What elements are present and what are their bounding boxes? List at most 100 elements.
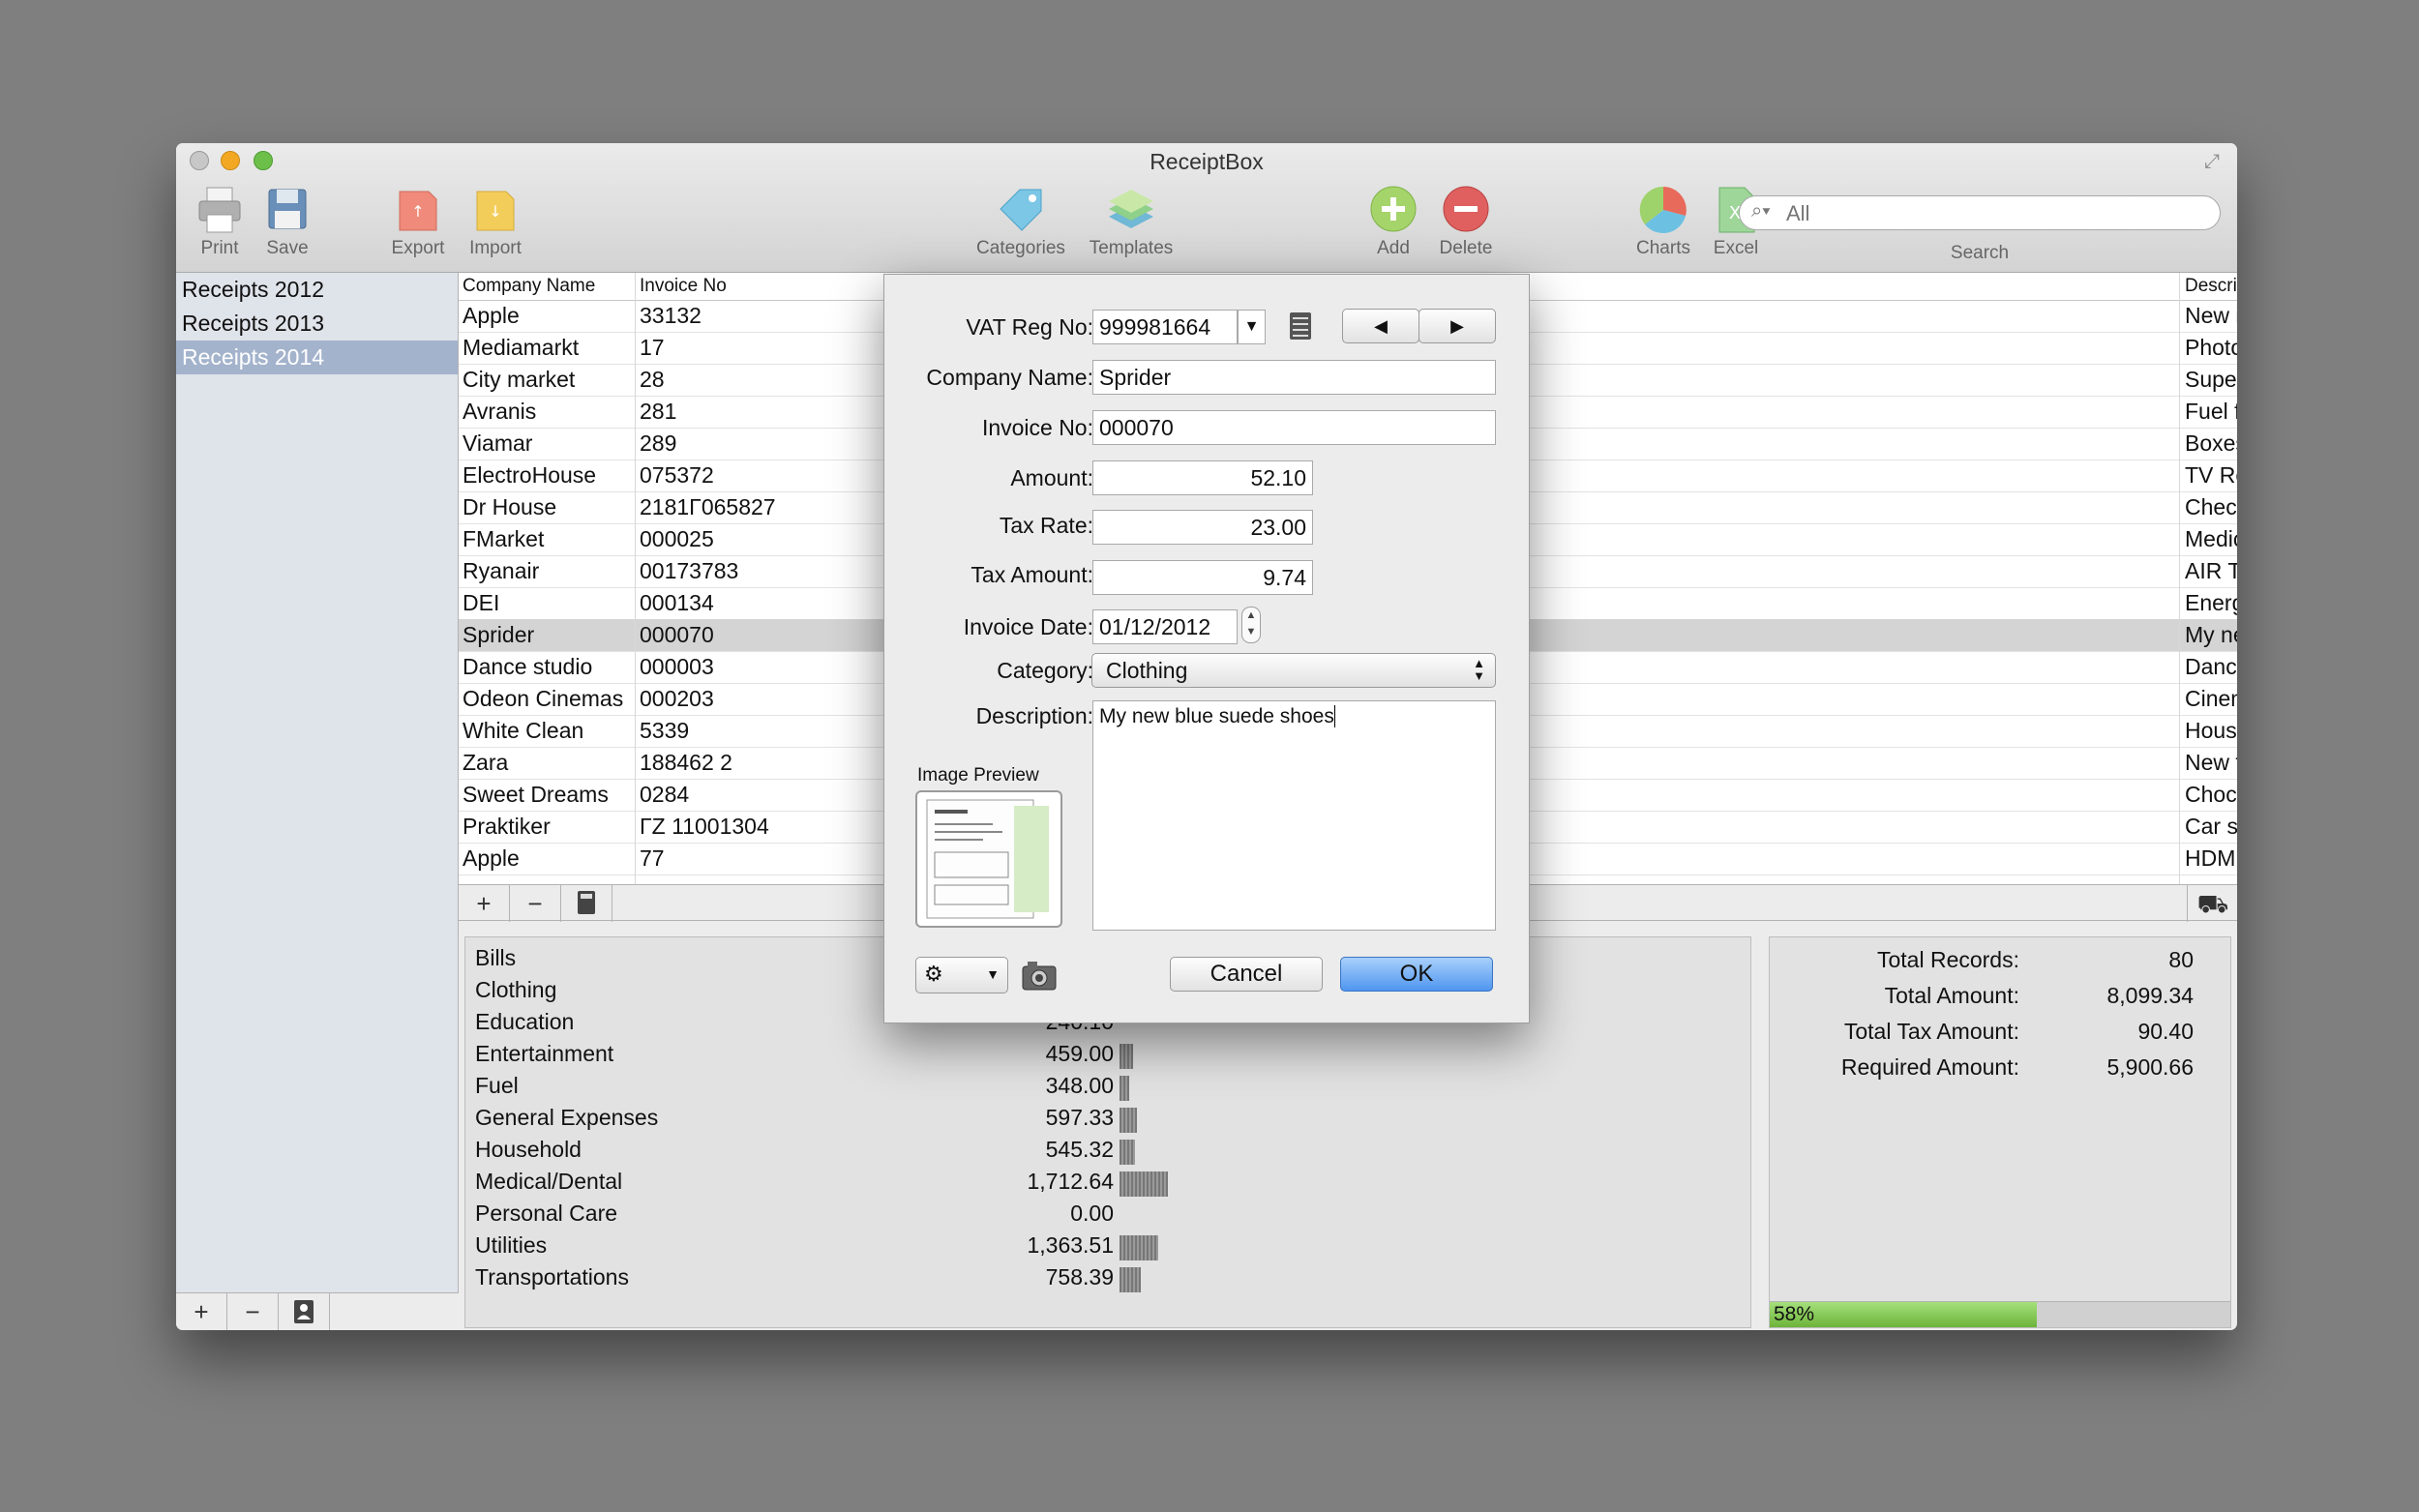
search-field[interactable]: ⌕▾ [1739, 195, 2221, 230]
category-amount: 1,712.64 [1027, 1169, 1114, 1194]
cell-company: White Clean [463, 718, 584, 743]
category-select-value: Clothing [1106, 658, 1188, 683]
cell-description: Dance lessons for dummies [2185, 654, 2237, 679]
category-amount: 0.00 [1070, 1201, 1114, 1226]
ok-button[interactable]: OK [1340, 957, 1493, 992]
templates-button[interactable]: Templates [1083, 184, 1180, 259]
tax-rate-input[interactable]: 23.00 [1092, 510, 1313, 545]
stat-row: Required Amount: 5,900.66 [1770, 1052, 2232, 1087]
calculator-icon[interactable] [561, 885, 612, 922]
cell-company: Praktiker [463, 814, 551, 839]
receipt-image-preview[interactable] [915, 790, 1062, 928]
add-list-button[interactable]: + [176, 1293, 227, 1330]
invoice-number-input[interactable]: 000070 [1092, 410, 1496, 445]
gear-menu-button[interactable]: ⚙ ▼ [915, 957, 1008, 993]
invoice-date-input[interactable]: 01/12/2012 [1092, 609, 1238, 644]
tax-amount-label: Tax Amount: [971, 562, 1093, 587]
date-stepper[interactable]: ▲ ▼ [1241, 607, 1261, 643]
sidebar-item[interactable]: Receipts 2014 [176, 341, 458, 374]
export-label: Export [391, 238, 445, 258]
category-row: Transportations 758.39 [475, 1262, 1539, 1294]
add-receipt-button[interactable]: + [459, 885, 510, 922]
description-textarea[interactable]: My new blue suede shoes [1092, 700, 1496, 931]
cell-invoice: 000134 [640, 590, 714, 615]
contact-icon[interactable] [279, 1293, 330, 1330]
list-icon[interactable] [1289, 311, 1312, 341]
category-row: Personal Care 0.00 [475, 1199, 1539, 1230]
stat-row: Total Tax Amount: 90.40 [1770, 1017, 2232, 1052]
description-label: Description: [975, 703, 1093, 728]
category-amount: 459.00 [1045, 1041, 1114, 1066]
categories-button[interactable]: Categories [972, 184, 1069, 259]
category-amount: 1,363.51 [1027, 1232, 1114, 1258]
cell-company: Viamar [463, 430, 533, 456]
updown-arrows-icon: ▲ ▼ [1473, 656, 1485, 683]
column-header-description[interactable]: Description [2185, 276, 2237, 297]
camera-icon[interactable] [1020, 957, 1059, 995]
cell-company: Dr House [463, 494, 557, 519]
import-button[interactable]: ↓ Import [452, 184, 539, 259]
remove-receipt-button[interactable]: − [510, 885, 561, 922]
cell-company: DEI [463, 590, 500, 615]
export-button[interactable]: ↑ Export [374, 184, 462, 259]
tax-amount-input[interactable]: 9.74 [1092, 560, 1313, 595]
next-record-button[interactable]: ▶ [1419, 309, 1496, 343]
minus-circle-icon [1440, 184, 1492, 236]
column-divider [2179, 273, 2180, 884]
previous-record-button[interactable]: ◀ [1342, 309, 1419, 343]
cell-description: Super Market [2185, 367, 2237, 392]
remove-list-button[interactable]: − [227, 1293, 279, 1330]
save-label: Save [266, 238, 309, 258]
category-bar [1120, 1171, 1168, 1197]
categories-label: Categories [976, 238, 1065, 258]
sidebar-item[interactable]: Receipts 2012 [176, 273, 458, 307]
category-name: Personal Care [475, 1201, 618, 1226]
gear-icon: ⚙ [924, 962, 943, 986]
cell-invoice: 000025 [640, 526, 714, 551]
cell-invoice: 0284 [640, 782, 690, 807]
truck-icon[interactable]: ⛟ [2187, 885, 2237, 922]
category-row: Fuel 348.00 [475, 1071, 1539, 1103]
sidebar-toolbar: + − [176, 1292, 459, 1330]
category-name: Clothing [475, 977, 557, 1002]
cell-description: New iPad mini [2185, 303, 2237, 328]
category-amount: 597.33 [1045, 1105, 1114, 1130]
category-select[interactable]: Clothing ▲ ▼ [1091, 653, 1496, 688]
cell-company: Apple [463, 845, 520, 871]
delete-button[interactable]: Delete [1422, 184, 1509, 259]
sidebar: Receipts 2012 Receipts 2013 Receipts 2014 … [176, 273, 459, 1330]
vat-input[interactable]: 999981664 [1092, 310, 1238, 344]
category-name: Entertainment [475, 1041, 614, 1066]
svg-text:↓: ↓ [489, 202, 501, 221]
save-button[interactable]: Save [244, 184, 331, 259]
column-header-invoice[interactable]: Invoice No [640, 276, 727, 297]
stat-value: 90.40 [2137, 1019, 2194, 1044]
fullscreen-icon[interactable]: ⤢ [2204, 151, 2227, 174]
cell-invoice: 33132 [640, 303, 702, 328]
category-row: General Expenses 597.33 [475, 1103, 1539, 1135]
image-preview-label: Image Preview [917, 765, 1039, 786]
cell-company: Avranis [463, 399, 537, 424]
invoice-label: Invoice No: [981, 415, 1093, 440]
company-name-input[interactable]: Sprider [1092, 360, 1496, 395]
stat-label: Total Amount: [1884, 983, 2019, 1008]
amount-input[interactable]: 52.10 [1092, 460, 1313, 495]
category-name: General Expenses [475, 1105, 659, 1130]
column-header-company[interactable]: Company Name [463, 276, 595, 297]
search-input[interactable] [1784, 200, 2204, 227]
category-row: Household 545.32 [475, 1135, 1539, 1167]
cancel-button[interactable]: Cancel [1170, 957, 1323, 992]
cell-invoice: 188462 2 [640, 750, 732, 775]
vat-dropdown-button[interactable]: ▼ [1238, 310, 1266, 344]
category-bar [1120, 1267, 1141, 1292]
window-title: ReceiptBox [1150, 149, 1264, 174]
budget-progress-bar: 58% [1770, 1301, 2230, 1327]
sidebar-item[interactable]: Receipts 2013 [176, 307, 458, 341]
cell-description: Medicines [2185, 526, 2237, 551]
category-bar [1120, 1044, 1133, 1069]
edit-receipt-dialog: VAT Reg No: 999981664 ▼ ◀ ▶ Company Name… [883, 274, 1530, 1023]
layers-icon [1105, 184, 1157, 236]
stat-label: Required Amount: [1840, 1054, 2019, 1080]
category-bar [1120, 1108, 1137, 1133]
category-name: Bills [475, 945, 517, 970]
